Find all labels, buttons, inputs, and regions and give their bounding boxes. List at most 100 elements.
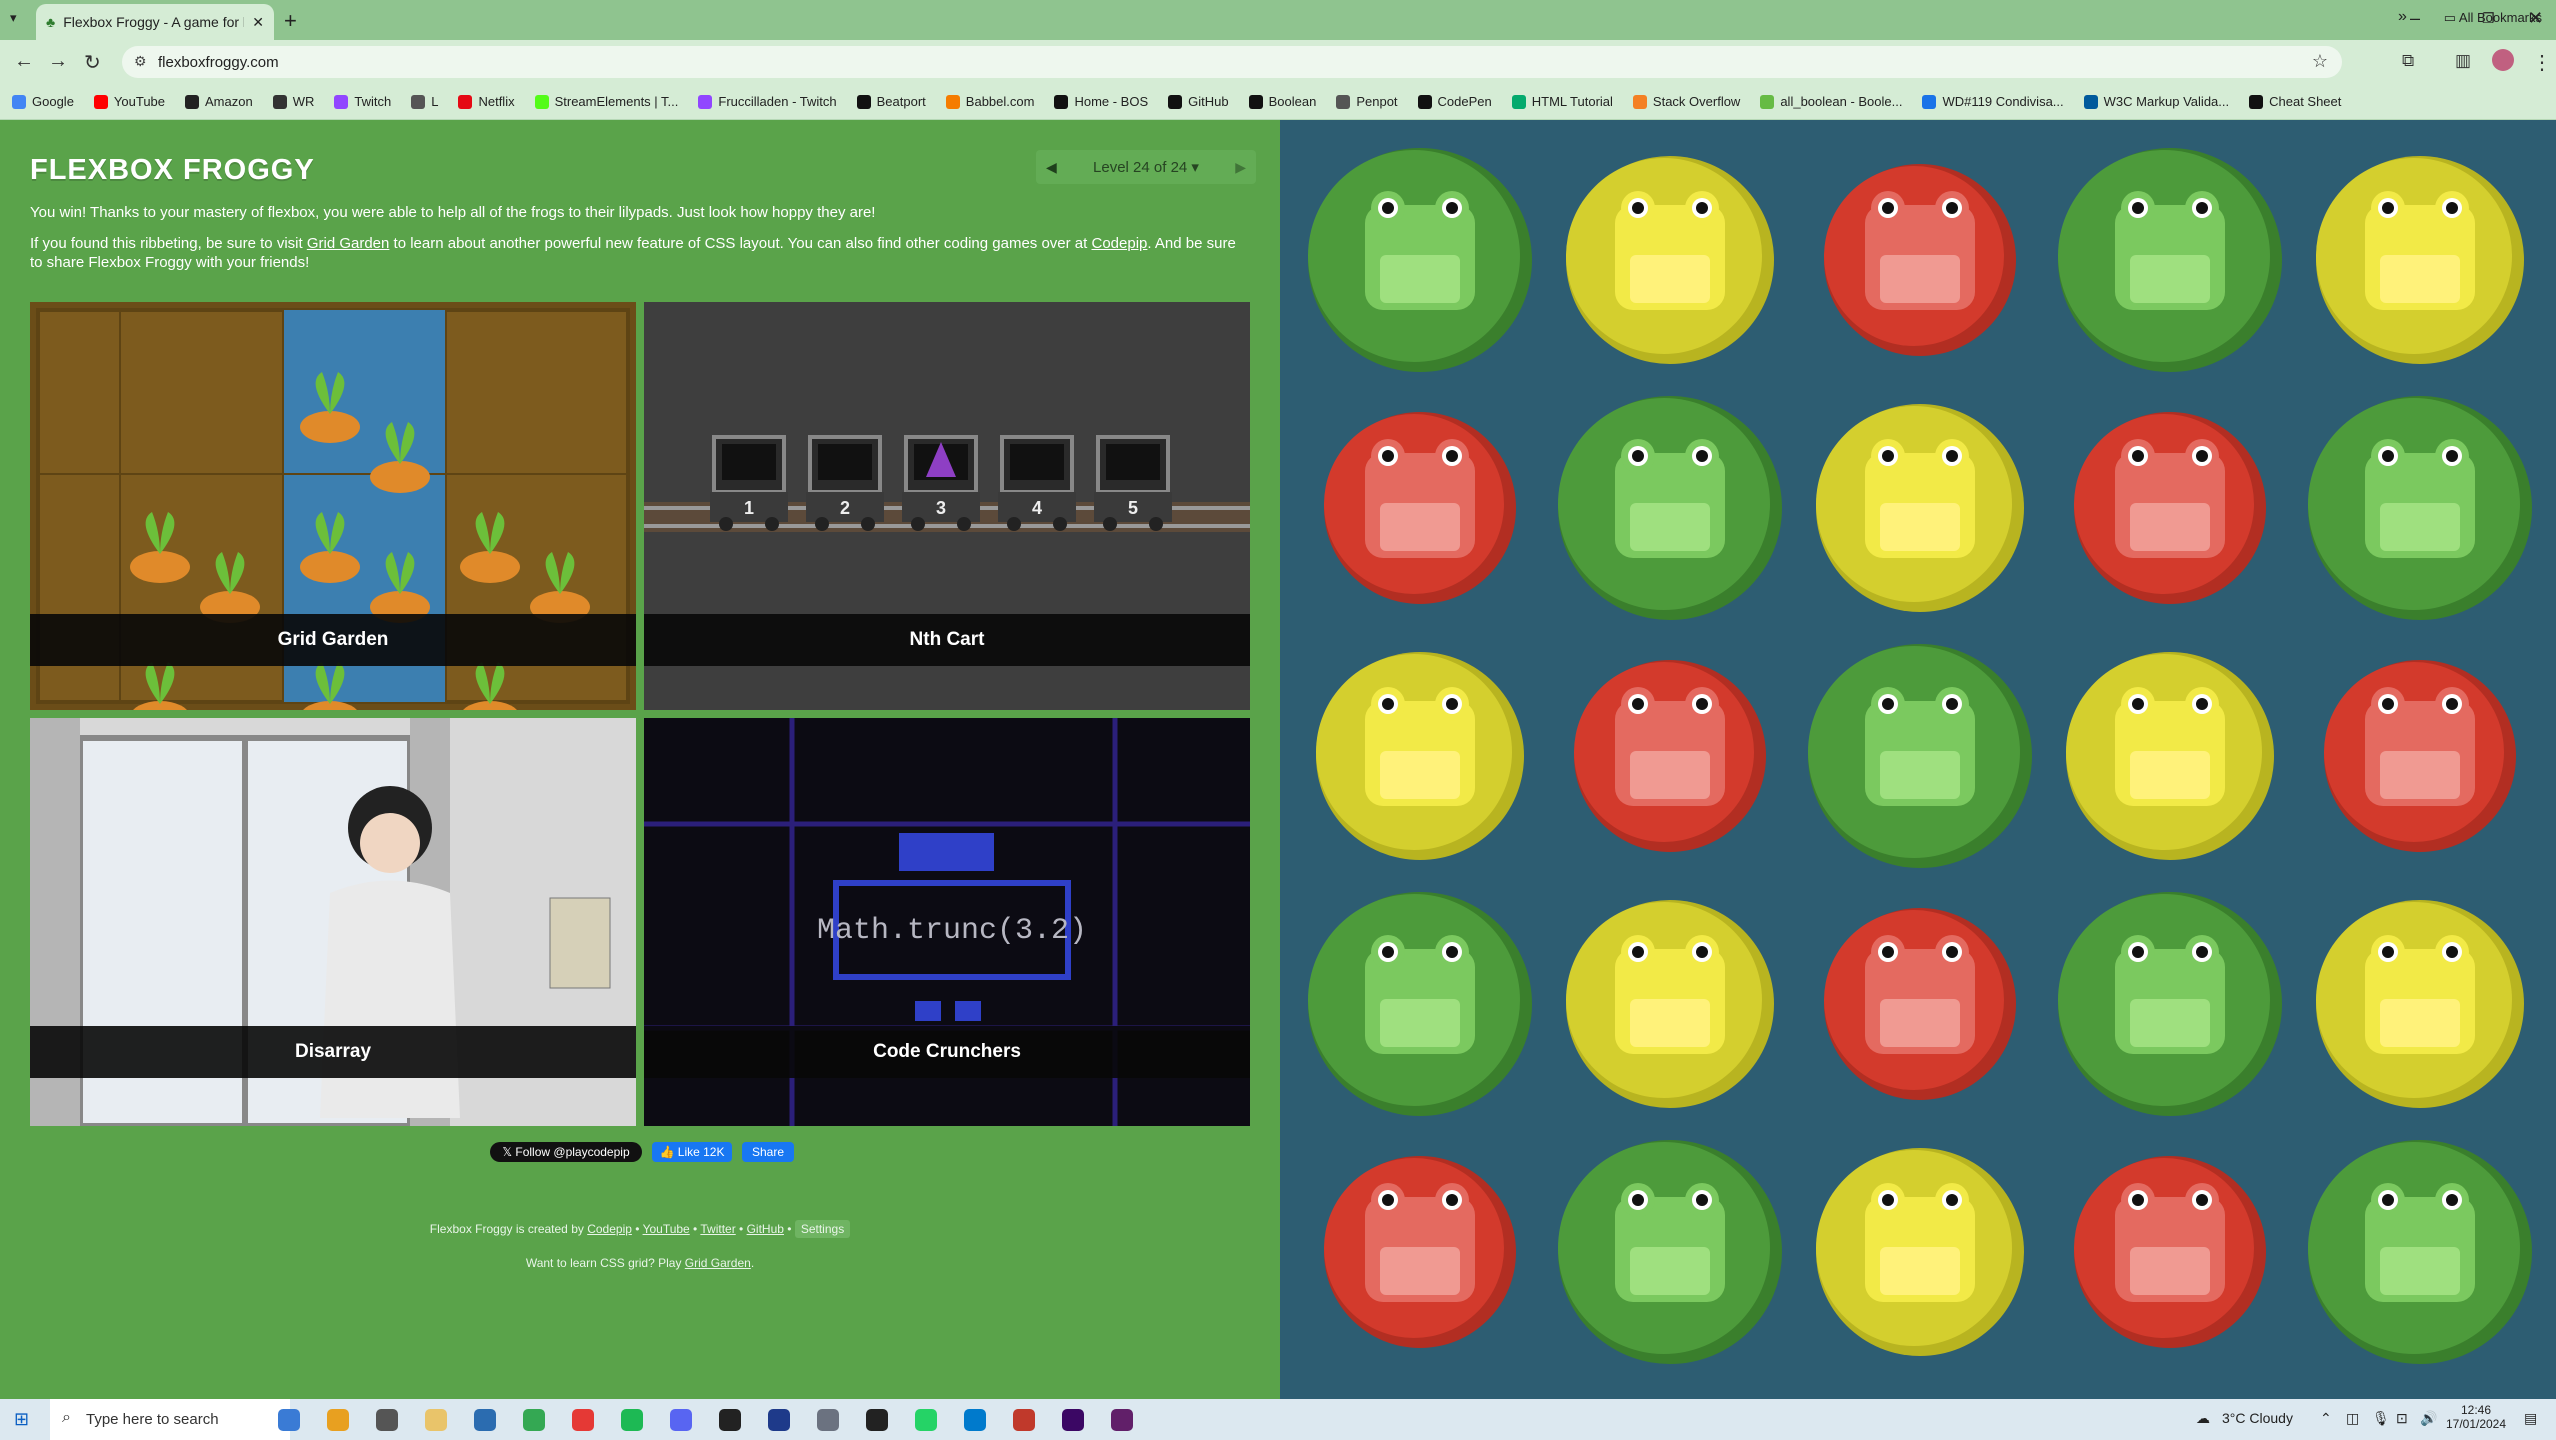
bookmark-label: Cheat Sheet <box>2269 94 2342 109</box>
weather-text[interactable]: 3°C Cloudy <box>2222 1410 2293 1426</box>
bookmark-item[interactable]: Cheat Sheet <box>2249 94 2341 109</box>
wifi-icon[interactable]: ⊡ <box>2396 1410 2408 1427</box>
frog-on-lilypad <box>1566 156 1774 364</box>
taskbar-app-icon[interactable] <box>670 1409 692 1431</box>
bookmark-item[interactable]: Penpot <box>1336 94 1398 109</box>
bookmark-item[interactable]: Google <box>12 94 74 109</box>
profile-avatar[interactable] <box>2492 49 2514 71</box>
bookmark-item[interactable]: GitHub <box>1168 94 1229 109</box>
bookmark-item[interactable]: L <box>411 94 438 109</box>
level-text: Level 24 of 24 <box>1093 159 1188 176</box>
logo: FLEXBOX FROGGY <box>30 154 315 186</box>
bookmark-item[interactable]: Amazon <box>185 94 253 109</box>
like-button[interactable]: 👍 Like 12K <box>652 1142 732 1162</box>
card-nth-cart[interactable]: 1 2 3 4 5 Nth Cart <box>644 302 1250 710</box>
footer-github-link[interactable]: GitHub <box>747 1222 784 1236</box>
level-indicator[interactable]: Level 24 of 24 ▾ <box>1093 158 1199 176</box>
bookmark-item[interactable]: HTML Tutorial <box>1511 94 1613 109</box>
tab-search-icon[interactable]: ▾ <box>10 10 17 26</box>
share-button[interactable]: Share <box>742 1142 794 1162</box>
card-grid-garden[interactable]: Grid Garden <box>30 302 636 710</box>
reload-icon[interactable]: ↻ <box>84 50 101 75</box>
taskbar-app-icon[interactable] <box>1013 1409 1035 1431</box>
frog-on-lilypad <box>2316 156 2524 364</box>
bookmark-item[interactable]: Beatport <box>856 94 926 109</box>
bookmark-item[interactable]: YouTube <box>93 94 166 109</box>
mic-icon[interactable]: 🎙 <box>2372 1410 2390 1427</box>
taskbar-search-placeholder: Type here to search <box>86 1411 219 1428</box>
bookmark-label: YouTube <box>113 94 166 109</box>
bookmark-item[interactable]: Fruccilladen - Twitch <box>698 94 837 109</box>
bookmark-item[interactable]: CodePen <box>1417 94 1492 109</box>
side-panel-icon[interactable]: ▥ <box>2455 51 2471 71</box>
bookmark-label: CodePen <box>1437 94 1492 109</box>
bookmark-item[interactable]: Boolean <box>1248 94 1316 109</box>
taskbar-app-icon[interactable] <box>474 1409 496 1431</box>
footer2-prefix: Want to learn CSS grid? Play <box>525 1256 685 1270</box>
bookmark-item[interactable]: WD#119 Condivisa... <box>1922 94 2064 109</box>
bookmark-item[interactable]: all_boolean - Boole... <box>1760 94 1902 109</box>
volume-icon[interactable]: 🔊 <box>2420 1410 2437 1427</box>
bookmark-item[interactable]: Home - BOS <box>1054 94 1148 109</box>
frog-on-lilypad <box>1308 892 1532 1116</box>
taskbar-app-icon[interactable] <box>1111 1409 1133 1431</box>
taskbar-app-icon[interactable] <box>621 1409 643 1431</box>
taskbar-app-icon[interactable] <box>327 1409 349 1431</box>
footer-codepip-link[interactable]: Codepip <box>587 1222 632 1236</box>
footer-twitter-link[interactable]: Twitter <box>700 1222 735 1236</box>
next-level-icon[interactable]: ▶ <box>1235 159 1246 176</box>
new-tab-icon[interactable]: + <box>284 8 297 34</box>
taskbar-app-icon[interactable] <box>817 1409 839 1431</box>
card-code-crunchers[interactable]: Math.trunc(3.2) Code Crunchers <box>644 718 1250 1126</box>
mine-cart: 3 <box>902 435 980 531</box>
card-disarray[interactable]: Disarray <box>30 718 636 1126</box>
close-tab-icon[interactable]: ✕ <box>252 14 264 31</box>
notifications-icon[interactable]: ▤ <box>2524 1410 2537 1427</box>
taskbar-app-icon[interactable] <box>425 1409 447 1431</box>
bookmark-item[interactable]: Netflix <box>458 94 515 109</box>
taskbar-app-icon[interactable] <box>719 1409 741 1431</box>
bookmark-star-icon[interactable]: ☆ <box>2312 51 2328 72</box>
taskbar-app-icon[interactable] <box>376 1409 398 1431</box>
network-icon[interactable]: ◫ <box>2346 1410 2359 1427</box>
bookmark-item[interactable]: WR <box>272 94 314 109</box>
extensions-icon[interactable]: ⧉ <box>2402 51 2414 71</box>
minimize-icon[interactable]: – <box>2410 8 2420 29</box>
settings-button[interactable]: Settings <box>794 1220 851 1238</box>
grid-garden-link[interactable]: Grid Garden <box>307 235 390 252</box>
taskbar-app-icon[interactable] <box>866 1409 888 1431</box>
follow-button[interactable]: 𝕏 Follow @playcodepip <box>490 1142 642 1162</box>
bookmark-item[interactable]: Twitch <box>334 94 391 109</box>
level-selector[interactable]: ◀ Level 24 of 24 ▾ ▶ <box>1036 150 1256 184</box>
taskbar-app-icon[interactable] <box>523 1409 545 1431</box>
frog-on-lilypad <box>1324 1156 1516 1348</box>
taskbar-app-icon[interactable] <box>768 1409 790 1431</box>
bookmark-item[interactable]: StreamElements | T... <box>534 94 678 109</box>
weather-icon[interactable]: ☁ <box>2196 1410 2210 1427</box>
taskbar-app-icon[interactable] <box>1062 1409 1084 1431</box>
address-bar[interactable]: ⚙ flexboxfroggy.com ☆ <box>122 46 2342 78</box>
back-icon[interactable]: ← <box>14 50 34 73</box>
tab-flexbox-froggy[interactable]: ♣ Flexbox Froggy - A game for le ✕ <box>36 4 274 40</box>
taskbar-app-icon[interactable] <box>915 1409 937 1431</box>
prev-level-icon[interactable]: ◀ <box>1046 159 1057 176</box>
footer-grid-garden-link[interactable]: Grid Garden <box>685 1256 751 1270</box>
more-bookmarks-icon[interactable]: » <box>2398 8 2407 26</box>
tray-chevron-icon[interactable]: ⌃ <box>2320 1410 2332 1427</box>
bookmark-item[interactable]: Babbel.com <box>945 94 1034 109</box>
taskbar-app-icon[interactable] <box>572 1409 594 1431</box>
forward-icon[interactable]: → <box>48 50 68 73</box>
bookmark-item[interactable]: W3C Markup Valida... <box>2083 94 2229 109</box>
clock[interactable]: 12:46 17/01/2024 <box>2444 1403 2508 1431</box>
taskbar-app-icon[interactable] <box>964 1409 986 1431</box>
footer-youtube-link[interactable]: YouTube <box>643 1222 690 1236</box>
bookmark-item[interactable]: Stack Overflow <box>1632 94 1740 109</box>
browser-menu-icon[interactable]: ⋮ <box>2532 50 2552 75</box>
taskbar-app-icon[interactable] <box>278 1409 300 1431</box>
codepip-link[interactable]: Codepip <box>1092 235 1148 252</box>
site-info-icon[interactable]: ⚙ <box>134 53 147 70</box>
start-icon[interactable]: ⊞ <box>14 1409 29 1430</box>
all-bookmarks[interactable]: ▭ All Bookmarks <box>2444 10 2542 26</box>
bookmark-label: Google <box>32 94 74 109</box>
taskbar-search[interactable]: ⌕ Type here to search <box>50 1399 290 1440</box>
